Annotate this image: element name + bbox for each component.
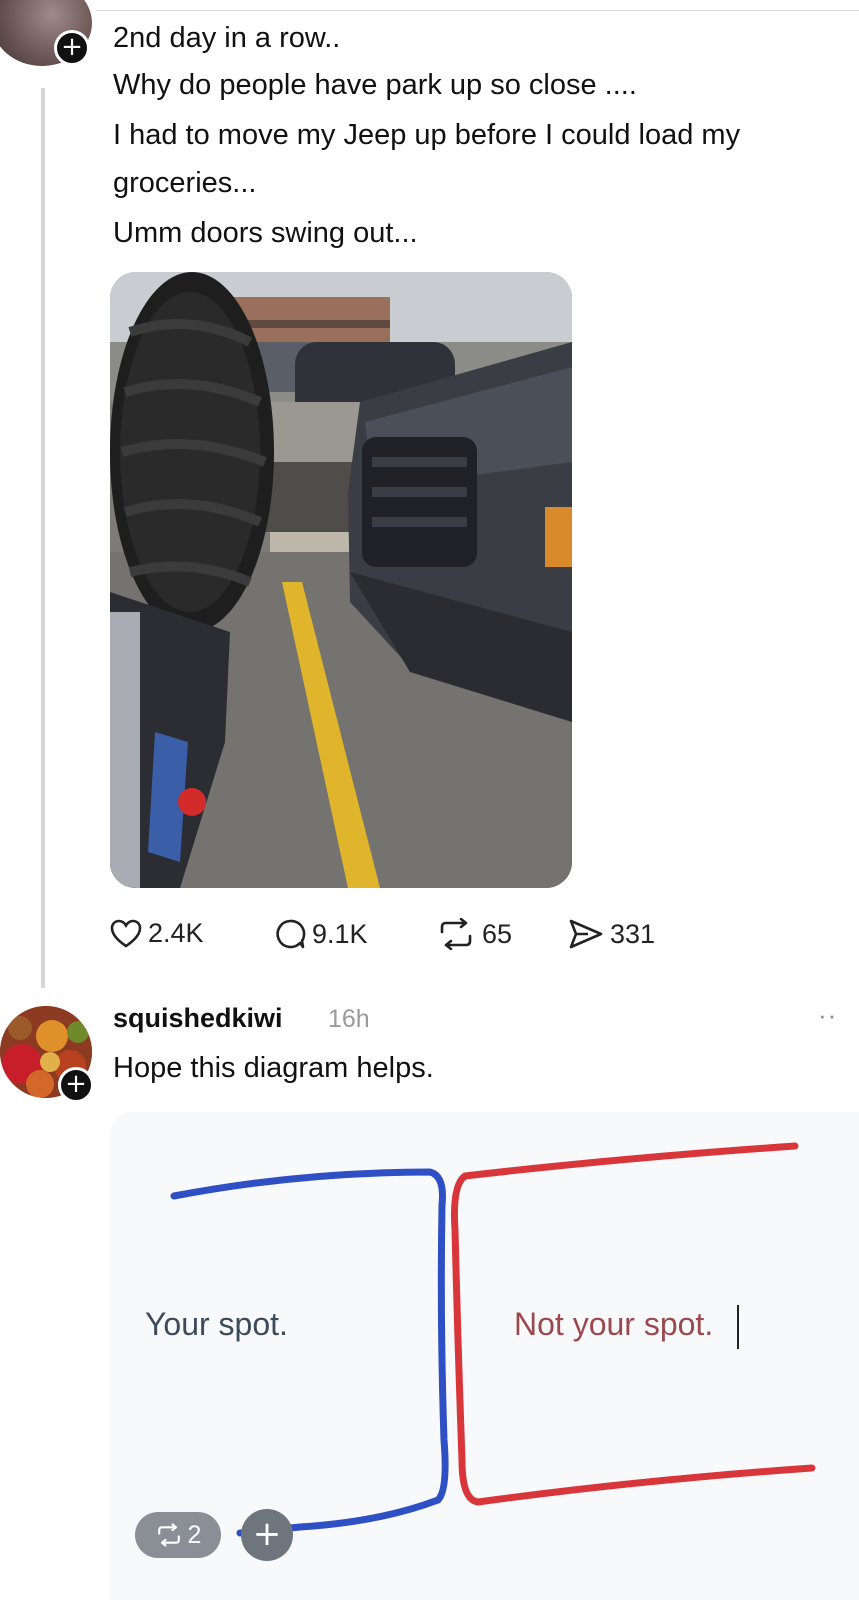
add-plus-icon[interactable]: + [241, 1509, 293, 1561]
blue-spot-outline [170, 1168, 449, 1537]
reply-repost-count: 2 [187, 1520, 202, 1549]
not-your-spot-label: Not your spot. [514, 1306, 714, 1342]
diagram-drawing [170, 1142, 816, 1537]
repost-icon [157, 1523, 180, 1547]
your-spot-label: Your spot. [145, 1306, 288, 1342]
reply-repost-button[interactable]: 2 [135, 1512, 221, 1558]
text-cursor [737, 1305, 739, 1349]
